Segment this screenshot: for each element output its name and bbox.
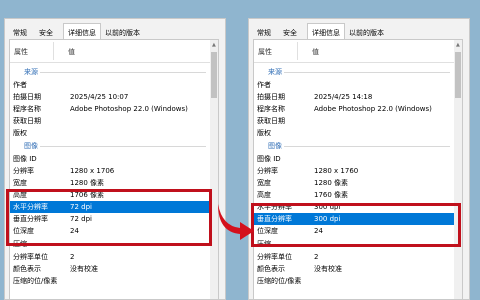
highlight-box-before — [6, 189, 212, 246]
scrollbar-thumb[interactable] — [455, 52, 461, 98]
property-value: Adobe Photoshop 22.0 (Windows) — [70, 105, 188, 113]
property-value: 1280 像素 — [70, 179, 105, 187]
property-name: 版权 — [257, 129, 271, 137]
list-item[interactable]: 宽度 1280 像素 — [254, 177, 454, 189]
list-header: 属性 值 — [254, 40, 454, 63]
list-item[interactable]: 分辨率 1280 x 1706 — [10, 165, 210, 177]
tab-bar: 常规 安全 详细信息 以前的版本 — [249, 21, 469, 41]
section-line — [40, 72, 206, 73]
property-name: 颜色表示 — [257, 265, 285, 273]
property-value: 没有校准 — [314, 265, 342, 273]
list-item[interactable]: 高度 1760 像素 — [254, 189, 454, 201]
section-title: 来源 — [268, 68, 282, 76]
property-name: 版权 — [13, 129, 27, 137]
section-line — [284, 72, 450, 73]
property-name: 图像 ID — [13, 155, 37, 163]
property-name: 分辨率 — [257, 167, 278, 175]
list-item[interactable]: 作者 — [254, 79, 454, 91]
column-divider[interactable] — [297, 42, 298, 60]
property-name: 图像 ID — [257, 155, 281, 163]
property-name: 获取日期 — [257, 117, 285, 125]
scroll-up-icon[interactable]: ▲ — [456, 43, 460, 48]
properties-window-after: 常规 安全 详细信息 以前的版本 属性 值 来源 作者 拍摄日期 2025/4/2… — [248, 18, 470, 300]
property-value: 1280 x 1706 — [70, 167, 115, 175]
property-name: 分辨率 — [13, 167, 34, 175]
list-item[interactable]: 分辨率单位 2 — [254, 251, 454, 263]
list-item[interactable]: 作者 — [10, 79, 210, 91]
list-item[interactable]: 分辨率单位 2 — [10, 251, 210, 263]
list-item[interactable]: 程序名称 Adobe Photoshop 22.0 (Windows) — [254, 103, 454, 115]
section-line — [40, 146, 206, 147]
tab-bar: 常规 安全 详细信息 以前的版本 — [5, 21, 225, 41]
scroll-up-icon[interactable]: ▲ — [212, 43, 216, 48]
column-header-property[interactable]: 属性 — [258, 47, 272, 57]
section-image: 图像 — [10, 140, 210, 152]
list-item[interactable]: 图像 ID — [10, 153, 210, 165]
section-source: 来源 — [10, 66, 210, 78]
property-name: 程序名称 — [257, 105, 285, 113]
section-image: 图像 — [254, 140, 454, 152]
list-item[interactable]: 颜色表示 没有校准 — [10, 263, 210, 275]
property-name: 拍摄日期 — [257, 93, 285, 101]
scrollbar-thumb[interactable] — [211, 52, 217, 98]
column-divider[interactable] — [53, 42, 54, 60]
vertical-scrollbar[interactable]: ▲ — [210, 40, 218, 299]
property-value: 2 — [314, 253, 319, 261]
property-value: 1280 x 1760 — [314, 167, 359, 175]
highlight-box-after — [251, 203, 461, 247]
section-title: 图像 — [268, 142, 282, 150]
property-name: 压缩的位/像素 — [257, 277, 302, 285]
vertical-scrollbar[interactable]: ▲ — [454, 40, 462, 299]
property-name: 分辨率单位 — [13, 253, 48, 261]
property-name: 拍摄日期 — [13, 93, 41, 101]
section-title: 来源 — [24, 68, 38, 76]
details-list: 属性 值 来源 作者 拍摄日期 2025/4/25 10:07 程序名称 Adobe… — [9, 39, 219, 299]
property-name: 获取日期 — [13, 117, 41, 125]
column-header-value[interactable]: 值 — [312, 47, 319, 57]
property-name: 宽度 — [13, 179, 27, 187]
property-value: 1280 像素 — [314, 179, 349, 187]
list-item[interactable]: 获取日期 — [254, 115, 454, 127]
list-item[interactable]: 颜色表示 没有校准 — [254, 263, 454, 275]
property-name: 程序名称 — [13, 105, 41, 113]
list-item[interactable]: 拍摄日期 2025/4/25 14:18 — [254, 91, 454, 103]
list-item[interactable]: 拍摄日期 2025/4/25 10:07 — [10, 91, 210, 103]
property-name: 颜色表示 — [13, 265, 41, 273]
list-item[interactable]: 图像 ID — [254, 153, 454, 165]
property-value: 没有校准 — [70, 265, 98, 273]
column-header-value[interactable]: 值 — [68, 47, 75, 57]
list-item[interactable]: 版权 — [254, 127, 454, 139]
list-header: 属性 值 — [10, 40, 210, 63]
list-item[interactable]: 获取日期 — [10, 115, 210, 127]
property-name: 分辨率单位 — [257, 253, 292, 261]
list-item[interactable]: 压缩的位/像素 — [254, 275, 454, 287]
section-source: 来源 — [254, 66, 454, 78]
property-name: 压缩的位/像素 — [13, 277, 58, 285]
property-value: Adobe Photoshop 22.0 (Windows) — [314, 105, 432, 113]
list-item[interactable]: 压缩的位/像素 — [10, 275, 210, 287]
property-name: 作者 — [13, 81, 27, 89]
property-name: 宽度 — [257, 179, 271, 187]
property-value: 2025/4/25 14:18 — [314, 93, 373, 101]
section-title: 图像 — [24, 142, 38, 150]
list-item[interactable]: 宽度 1280 像素 — [10, 177, 210, 189]
property-name: 高度 — [257, 191, 271, 199]
property-name: 作者 — [257, 81, 271, 89]
property-value: 1760 像素 — [314, 191, 349, 199]
list-item[interactable]: 程序名称 Adobe Photoshop 22.0 (Windows) — [10, 103, 210, 115]
section-line — [284, 146, 450, 147]
properties-window-before: 常规 安全 详细信息 以前的版本 属性 值 来源 作者 拍摄日期 2025/4/2… — [4, 18, 226, 300]
details-list: 属性 值 来源 作者 拍摄日期 2025/4/25 14:18 程序名称 Adobe… — [253, 39, 463, 299]
arrow-right-icon — [218, 204, 254, 240]
property-value: 2025/4/25 10:07 — [70, 93, 129, 101]
column-header-property[interactable]: 属性 — [14, 47, 28, 57]
list-item[interactable]: 分辨率 1280 x 1760 — [254, 165, 454, 177]
property-value: 2 — [70, 253, 75, 261]
list-item[interactable]: 版权 — [10, 127, 210, 139]
